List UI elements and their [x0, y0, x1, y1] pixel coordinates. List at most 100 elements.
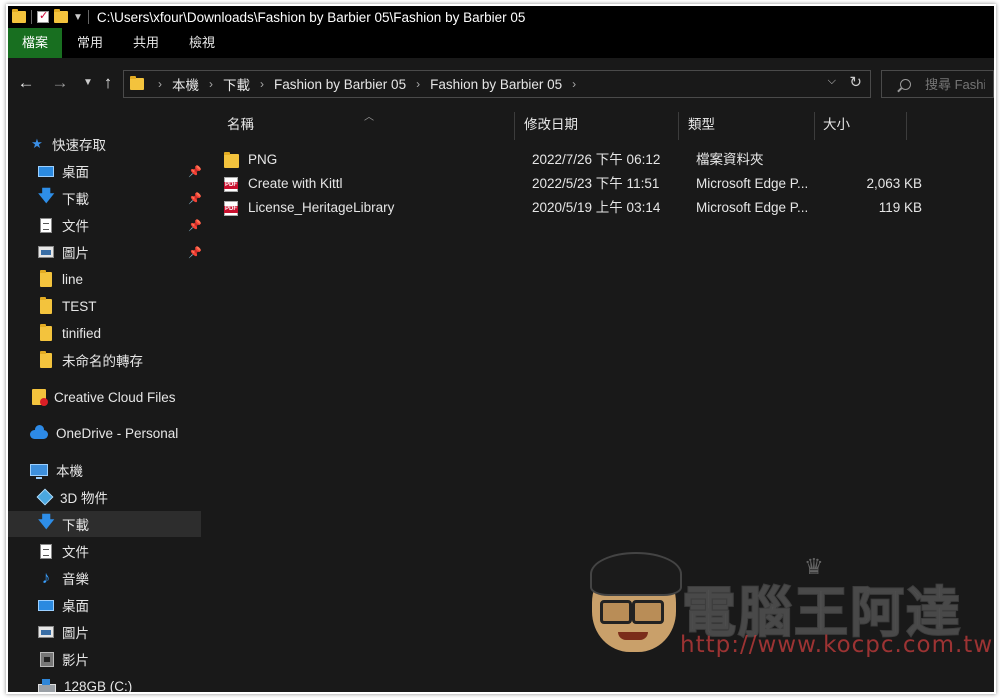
- column-divider[interactable]: [514, 112, 515, 140]
- customize-toolbar-dropdown-icon[interactable]: ▼: [73, 12, 83, 23]
- nav-pc-music[interactable]: ♪ 音樂: [38, 565, 89, 591]
- nav-label: 圖片: [62, 246, 89, 261]
- nav-quick-access[interactable]: ★ 快速存取: [30, 131, 106, 157]
- breadcrumb-fashion-current[interactable]: Fashion by Barbier 05: [430, 77, 562, 92]
- up-arrow-icon[interactable]: ↑: [96, 70, 120, 96]
- nav-label: tinified: [62, 325, 102, 341]
- drive-icon: [38, 678, 56, 692]
- folder-icon: [40, 323, 52, 341]
- nav-quick-tinified[interactable]: tinified: [40, 320, 101, 346]
- pictures-icon: [38, 246, 54, 258]
- file-modified: 2020/5/19 上午 03:14: [532, 200, 661, 215]
- folder-icon: [40, 269, 52, 287]
- nav-quick-unnamed-dump[interactable]: 未命名的轉存: [40, 347, 143, 373]
- tab-view[interactable]: 檢視: [174, 28, 230, 58]
- column-divider[interactable]: [814, 112, 815, 140]
- nav-pc-desktop[interactable]: 桌面: [38, 592, 89, 618]
- folder-icon: [40, 350, 52, 368]
- nav-quick-documents[interactable]: 文件: [38, 212, 89, 238]
- nav-label: 3D 物件: [60, 491, 109, 506]
- file-name: License_HeritageLibrary: [248, 200, 395, 215]
- column-divider[interactable]: [906, 112, 907, 140]
- tab-share[interactable]: 共用: [118, 28, 174, 58]
- file-row[interactable]: Create with Kittl 2022/5/23 下午 11:51 Mic…: [224, 172, 922, 196]
- breadcrumb-this-pc[interactable]: 本機: [172, 74, 199, 94]
- nav-quick-desktop[interactable]: 桌面: [38, 158, 89, 184]
- nav-pc-downloads[interactable]: 🡇 下載: [8, 511, 201, 537]
- address-bar[interactable]: › 本機 › 下載 › Fashion by Barbier 05 › Fash…: [123, 70, 871, 98]
- music-icon: ♪: [41, 568, 51, 587]
- nav-quick-line[interactable]: line: [40, 266, 83, 292]
- nav-creative-cloud[interactable]: Creative Cloud Files: [32, 384, 176, 410]
- column-header-name[interactable]: 名稱: [227, 108, 507, 138]
- pin-icon[interactable]: 📌: [188, 165, 202, 178]
- toolbar-divider: [87, 10, 89, 24]
- pdf-icon: [224, 201, 238, 216]
- chevron-right-icon[interactable]: ›: [572, 77, 576, 91]
- document-icon: [40, 543, 52, 559]
- title-bar: ▼ C:\Users\xfour\Downloads\Fashion by Ba…: [8, 6, 994, 28]
- nav-label: 文件: [62, 545, 89, 560]
- nav-this-pc[interactable]: 本機: [30, 457, 83, 483]
- mascot-mouth: [618, 632, 648, 640]
- forward-arrow-icon[interactable]: →: [48, 70, 72, 96]
- file-row[interactable]: License_HeritageLibrary 2020/5/19 上午 03:…: [224, 196, 922, 220]
- nav-label: 音樂: [62, 572, 89, 587]
- new-folder-icon[interactable]: [54, 9, 68, 23]
- nav-pc-3d-objects[interactable]: 3D 物件: [36, 484, 109, 510]
- nav-pc-documents[interactable]: 文件: [38, 538, 89, 564]
- chevron-right-icon[interactable]: ›: [416, 77, 420, 91]
- pin-icon[interactable]: 📌: [188, 219, 202, 232]
- ribbon-tabs: 檔案 常用 共用 檢視: [8, 28, 994, 58]
- mascot-glasses-left: [600, 600, 632, 624]
- nav-pc-videos[interactable]: 影片: [38, 646, 89, 672]
- folder-icon[interactable]: [12, 9, 26, 23]
- nav-quick-test[interactable]: TEST: [40, 293, 97, 319]
- creative-cloud-folder-icon: [32, 389, 48, 406]
- file-row[interactable]: PNG 2022/7/26 下午 06:12 檔案資料夾: [224, 148, 914, 172]
- pin-icon[interactable]: 📌: [188, 246, 202, 259]
- search-box[interactable]: [881, 70, 994, 98]
- chevron-right-icon[interactable]: ›: [260, 77, 264, 91]
- search-input[interactable]: [923, 75, 987, 93]
- column-header-type[interactable]: 類型: [688, 108, 808, 138]
- breadcrumb-fashion-parent[interactable]: Fashion by Barbier 05: [274, 77, 406, 92]
- quick-access-toolbar: ▼: [8, 6, 89, 28]
- search-icon: [900, 78, 911, 90]
- tab-home[interactable]: 常用: [62, 28, 118, 58]
- nav-quick-downloads[interactable]: 🡇 下載: [38, 185, 89, 211]
- file-size: [842, 148, 922, 172]
- pin-icon[interactable]: 📌: [188, 192, 202, 205]
- chevron-right-icon[interactable]: ›: [209, 77, 213, 91]
- desktop-icon: [38, 165, 54, 177]
- column-header-modified[interactable]: 修改日期: [524, 108, 674, 138]
- nav-label: 快速存取: [52, 138, 106, 153]
- column-header-size[interactable]: 大小: [823, 108, 903, 138]
- nav-label: 未命名的轉存: [62, 354, 143, 369]
- nav-label: line: [62, 271, 84, 287]
- back-arrow-icon[interactable]: ←: [14, 70, 38, 96]
- star-icon: ★: [31, 136, 43, 151]
- file-type: Microsoft Edge P...: [696, 200, 809, 215]
- column-divider[interactable]: [678, 112, 679, 140]
- download-arrow-icon: 🡇: [38, 513, 55, 531]
- breadcrumb-downloads[interactable]: 下載: [223, 74, 250, 94]
- document-icon: [40, 217, 52, 233]
- tab-file[interactable]: 檔案: [8, 28, 63, 58]
- nav-label: Creative Cloud Files: [54, 389, 176, 405]
- navigation-bar: ← → ▼ ↑ › 本機 › 下載 › Fashion by Barbier 0…: [8, 58, 994, 108]
- properties-icon[interactable]: [37, 9, 49, 23]
- nav-onedrive[interactable]: OneDrive - Personal: [30, 420, 178, 446]
- folder-icon: [130, 76, 144, 90]
- file-type: 檔案資料夾: [696, 152, 764, 167]
- nav-pc-pictures[interactable]: 圖片: [38, 619, 89, 645]
- refresh-icon[interactable]: ↻: [849, 73, 862, 91]
- folder-icon: [224, 152, 239, 168]
- chevron-right-icon[interactable]: ›: [158, 77, 162, 91]
- nav-label: 下載: [62, 192, 89, 207]
- file-name: Create with Kittl: [248, 176, 343, 191]
- file-explorer-window: ▼ C:\Users\xfour\Downloads\Fashion by Ba…: [8, 6, 994, 692]
- nav-quick-pictures[interactable]: 圖片: [38, 239, 89, 265]
- address-history-dropdown-icon[interactable]: ⌵: [828, 75, 836, 88]
- nav-pc-drive-c[interactable]: 128GB (C:): [38, 673, 132, 692]
